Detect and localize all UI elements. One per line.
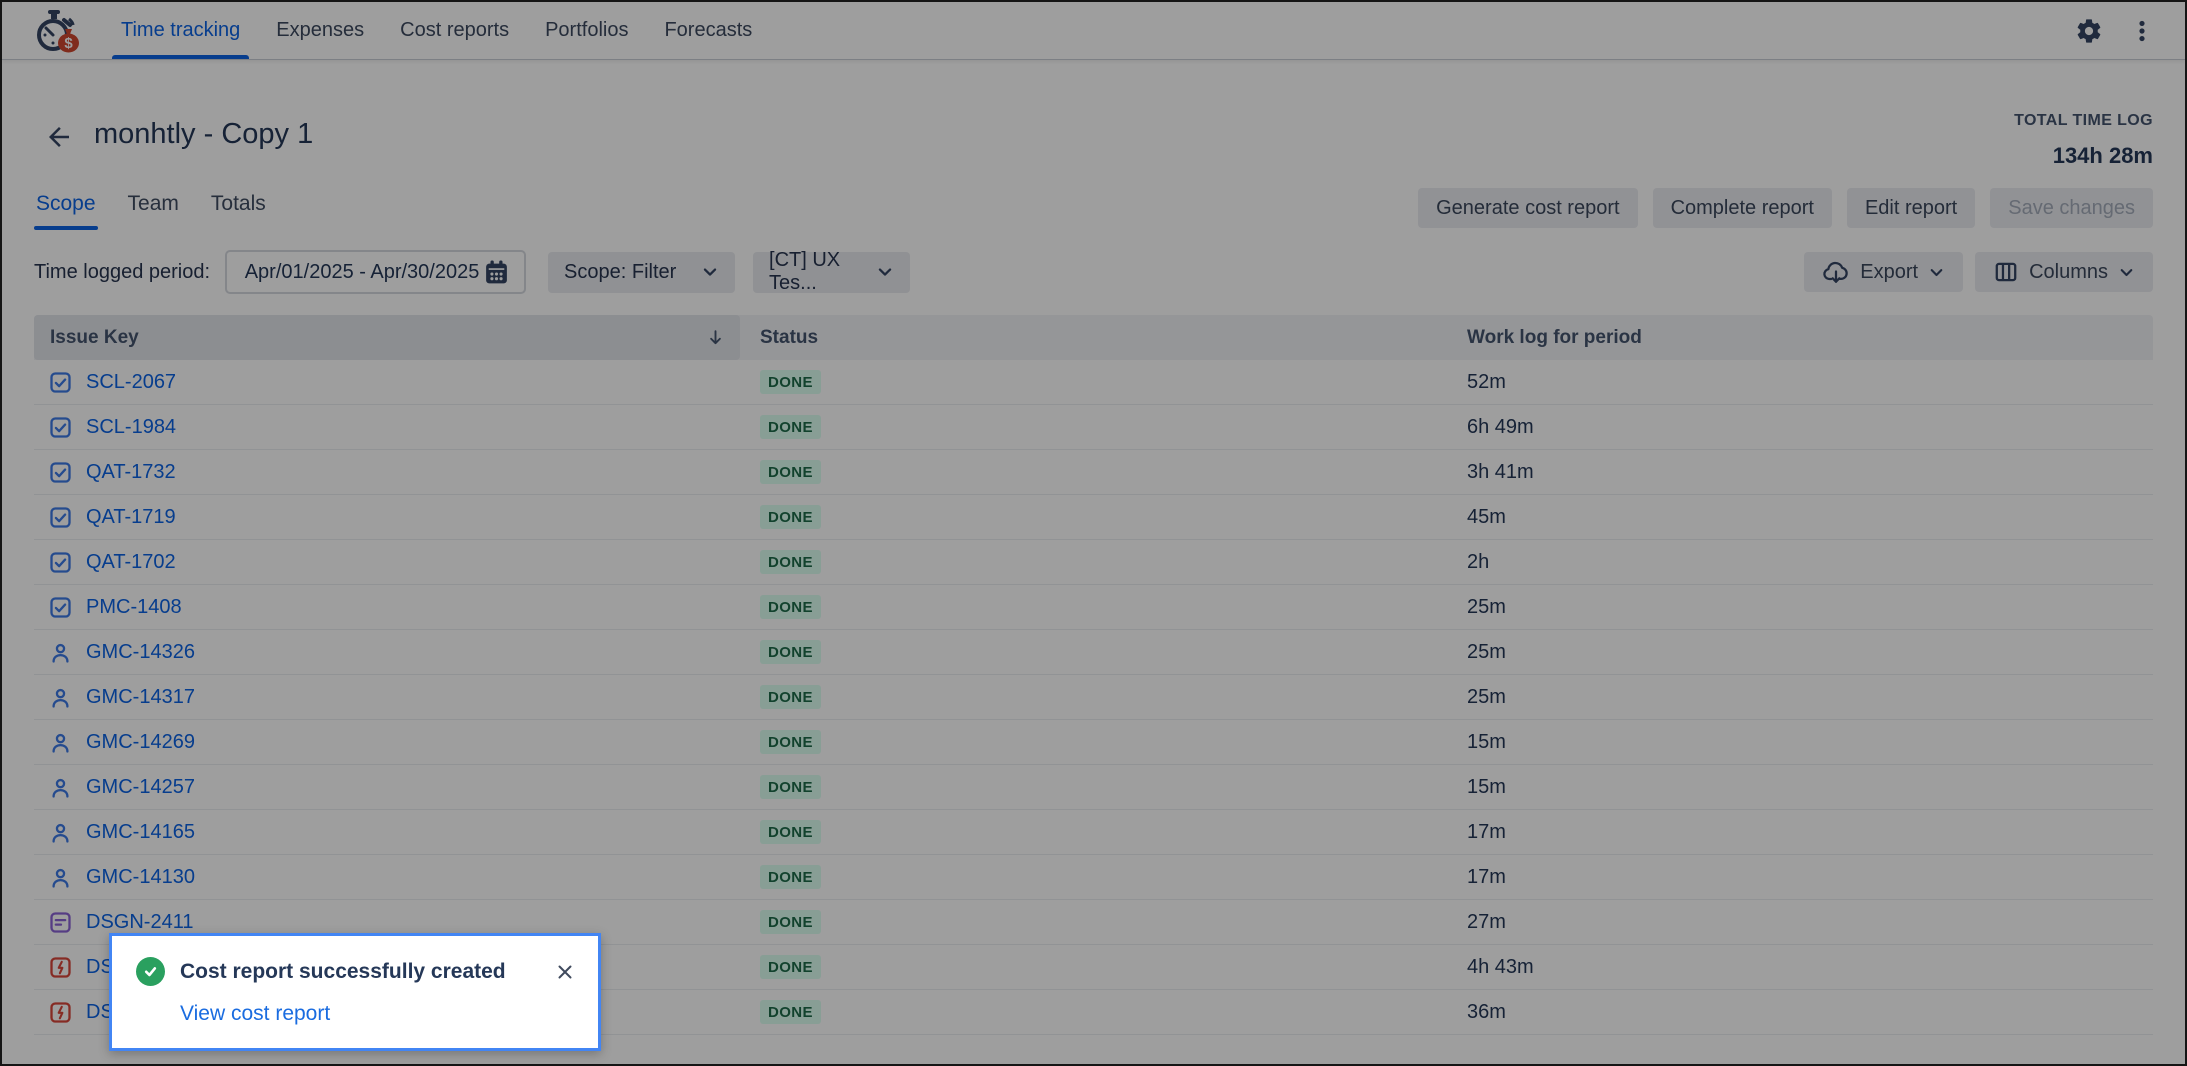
close-icon[interactable] [554, 961, 576, 983]
dim-overlay [2, 2, 2185, 1064]
app-window: $ Time tracking Expenses Cost reports Po… [0, 0, 2187, 1066]
toast-message: Cost report successfully created [180, 959, 506, 983]
success-check-icon [136, 957, 165, 986]
view-cost-report-link[interactable]: View cost report [180, 1002, 330, 1026]
success-toast: Cost report successfully created View co… [109, 933, 601, 1051]
